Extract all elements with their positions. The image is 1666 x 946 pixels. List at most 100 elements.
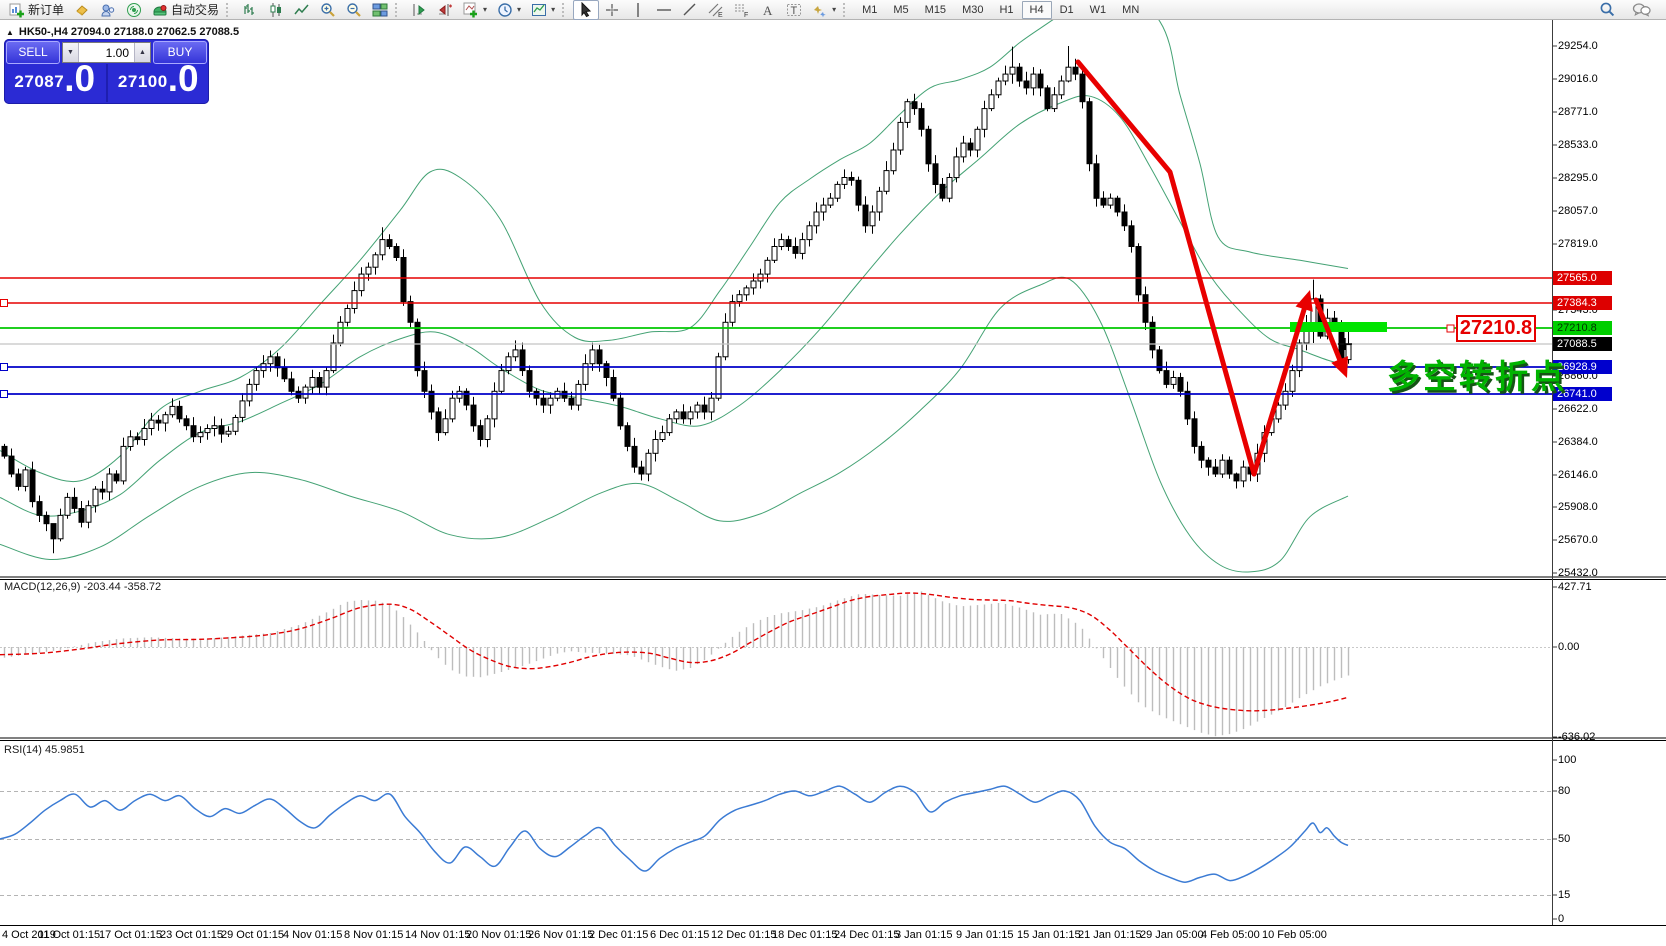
volume-increase-button[interactable]: ▲ (134, 43, 150, 62)
crosshair-button[interactable] (599, 0, 625, 20)
text-button[interactable]: A (755, 0, 781, 20)
vertical-line-button[interactable] (625, 0, 651, 20)
price-annotation-box[interactable]: 27210.8 (1456, 315, 1536, 342)
timeframe-button-mn[interactable]: MN (1114, 1, 1147, 19)
rsi-line (0, 786, 1348, 882)
rsi-axis-tick: 100 (1558, 754, 1576, 767)
autotrading-button-label: 自动交易 (171, 1, 219, 18)
toolbar-grip (395, 3, 402, 17)
rsi-axis-tick: 0 (1558, 913, 1564, 926)
timeframe-button-w1[interactable]: W1 (1082, 1, 1115, 19)
macd-pane (0, 591, 1552, 736)
sell-price[interactable]: 27087.0 (4, 64, 106, 102)
timeframe-button-m5[interactable]: M5 (885, 1, 916, 19)
time-axis-label: 29 Oct 01:15 (221, 929, 284, 941)
cursor-icon (578, 2, 594, 18)
price-tag-27088.5: 27088.5 (1553, 337, 1612, 351)
line-handle[interactable] (1, 391, 8, 398)
measure-box-handle[interactable] (1447, 325, 1454, 332)
buy-price-int: 27100 (118, 72, 168, 92)
price-axis-tick: 26384.0 (1558, 436, 1598, 449)
time-axis-label: 4 Feb 05:00 (1201, 929, 1260, 941)
price-tag-27565.0: 27565.0 (1553, 271, 1612, 285)
annotation-layer[interactable] (1078, 62, 1454, 474)
chat-button[interactable] (1627, 0, 1656, 20)
zoom-out-button[interactable] (341, 0, 367, 20)
zoom-in-button[interactable] (315, 0, 341, 20)
macd-axis-tick: -636.02 (1558, 731, 1595, 744)
chart-shift-button[interactable] (432, 0, 458, 20)
one-click-trade-panel: SELL ▼ 1.00 ▲ BUY 27087.0 27100.0 (4, 39, 209, 104)
timeframe-button-m1[interactable]: M1 (854, 1, 885, 19)
new-order-button[interactable]: 新订单 (4, 0, 69, 20)
symbol-title: ▲ HK50-,H4 27094.0 27188.0 27062.5 27088… (6, 26, 239, 38)
timeframe-button-m15[interactable]: M15 (917, 1, 954, 19)
timeframe-button-h4[interactable]: H4 (1022, 1, 1052, 19)
price-axis-tick: 26146.0 (1558, 469, 1598, 482)
toolbar-grip (843, 3, 850, 17)
price-tag-27210.8: 27210.8 (1553, 321, 1612, 335)
cursor-button[interactable] (573, 0, 599, 20)
time-axis-label: 20 Nov 01:15 (466, 929, 531, 941)
templates-button[interactable]: ▾ (526, 0, 560, 20)
tile-windows-button[interactable] (367, 0, 393, 20)
chevron-down-icon[interactable]: ▾ (483, 5, 487, 14)
bar-chart-button[interactable] (237, 0, 263, 20)
auto-scroll-button[interactable] (406, 0, 432, 20)
market-watch-button[interactable] (95, 0, 121, 20)
macd-indicator-label: MACD(12,26,9) -203.44 -358.72 (4, 581, 161, 593)
level-lines-layer[interactable] (0, 278, 1552, 398)
zoom-out-icon (346, 2, 362, 18)
buy-price[interactable]: 27100.0 (108, 64, 210, 102)
chevron-down-icon[interactable]: ▾ (832, 5, 836, 14)
signals-button[interactable] (121, 0, 147, 20)
chart-canvas[interactable] (0, 20, 1666, 946)
svg-text:T: T (791, 5, 798, 17)
crash-trendline[interactable] (1078, 62, 1254, 474)
line-handle[interactable] (1, 364, 8, 371)
chevron-down-icon[interactable]: ▾ (551, 5, 555, 14)
autotrading-button[interactable]: 自动交易 (147, 0, 224, 20)
text-label-button[interactable]: T (781, 0, 807, 20)
vertical-line-icon (630, 2, 646, 18)
fibonacci-button[interactable]: F (729, 0, 755, 20)
arrows-button[interactable]: ▾ (807, 0, 841, 20)
chevron-down-icon[interactable]: ▾ (517, 5, 521, 14)
price-axis-tick: 25670.0 (1558, 534, 1598, 547)
horizontal-line-button[interactable] (651, 0, 677, 20)
search-icon (1599, 1, 1616, 18)
price-axis-tick: 25432.0 (1558, 567, 1598, 580)
chart-shift-icon (437, 2, 453, 18)
timeframe-button-m30[interactable]: M30 (954, 1, 991, 19)
timeframe-button-h1[interactable]: H1 (991, 1, 1021, 19)
line-chart-button[interactable] (289, 0, 315, 20)
toolbar-zoom-group (315, 0, 393, 20)
price-axis-tick: 25908.0 (1558, 501, 1598, 514)
metaeditor-button[interactable] (69, 0, 95, 20)
toolbar-right-group (1594, 0, 1662, 20)
toolbar-grip (562, 3, 569, 17)
price-axis-tick: 27819.0 (1558, 238, 1598, 251)
time-axis-label: 8 Nov 01:15 (344, 929, 403, 941)
time-axis-label: 26 Nov 01:15 (528, 929, 593, 941)
line-handle[interactable] (1, 300, 8, 307)
svg-text:E: E (718, 12, 723, 18)
turning-point-note[interactable]: 多空转折点 (1387, 350, 1567, 398)
trendline-button[interactable] (677, 0, 703, 20)
candles-layer (2, 46, 1351, 553)
timeframe-button-d1[interactable]: D1 (1052, 1, 1082, 19)
time-axis-label: 18 Dec 01:15 (772, 929, 837, 941)
equidistant-channel-button[interactable]: E (703, 0, 729, 20)
candlestick-chart-button[interactable] (263, 0, 289, 20)
toolbar-charttype-group (237, 0, 315, 20)
indicators-button[interactable]: ▾ (458, 0, 492, 20)
periods-button[interactable]: ▾ (492, 0, 526, 20)
search-button[interactable] (1594, 0, 1621, 20)
sell-button[interactable]: SELL (6, 41, 60, 64)
highlight-zone-bar[interactable] (1290, 322, 1387, 332)
collapse-icon[interactable]: ▲ (6, 28, 14, 37)
candlestick-icon (268, 2, 284, 18)
buy-price-frac: .0 (168, 64, 199, 94)
rebound-arrow[interactable] (1254, 309, 1304, 474)
symbol-ohlc-text: HK50-,H4 27094.0 27188.0 27062.5 27088.5 (19, 26, 239, 38)
